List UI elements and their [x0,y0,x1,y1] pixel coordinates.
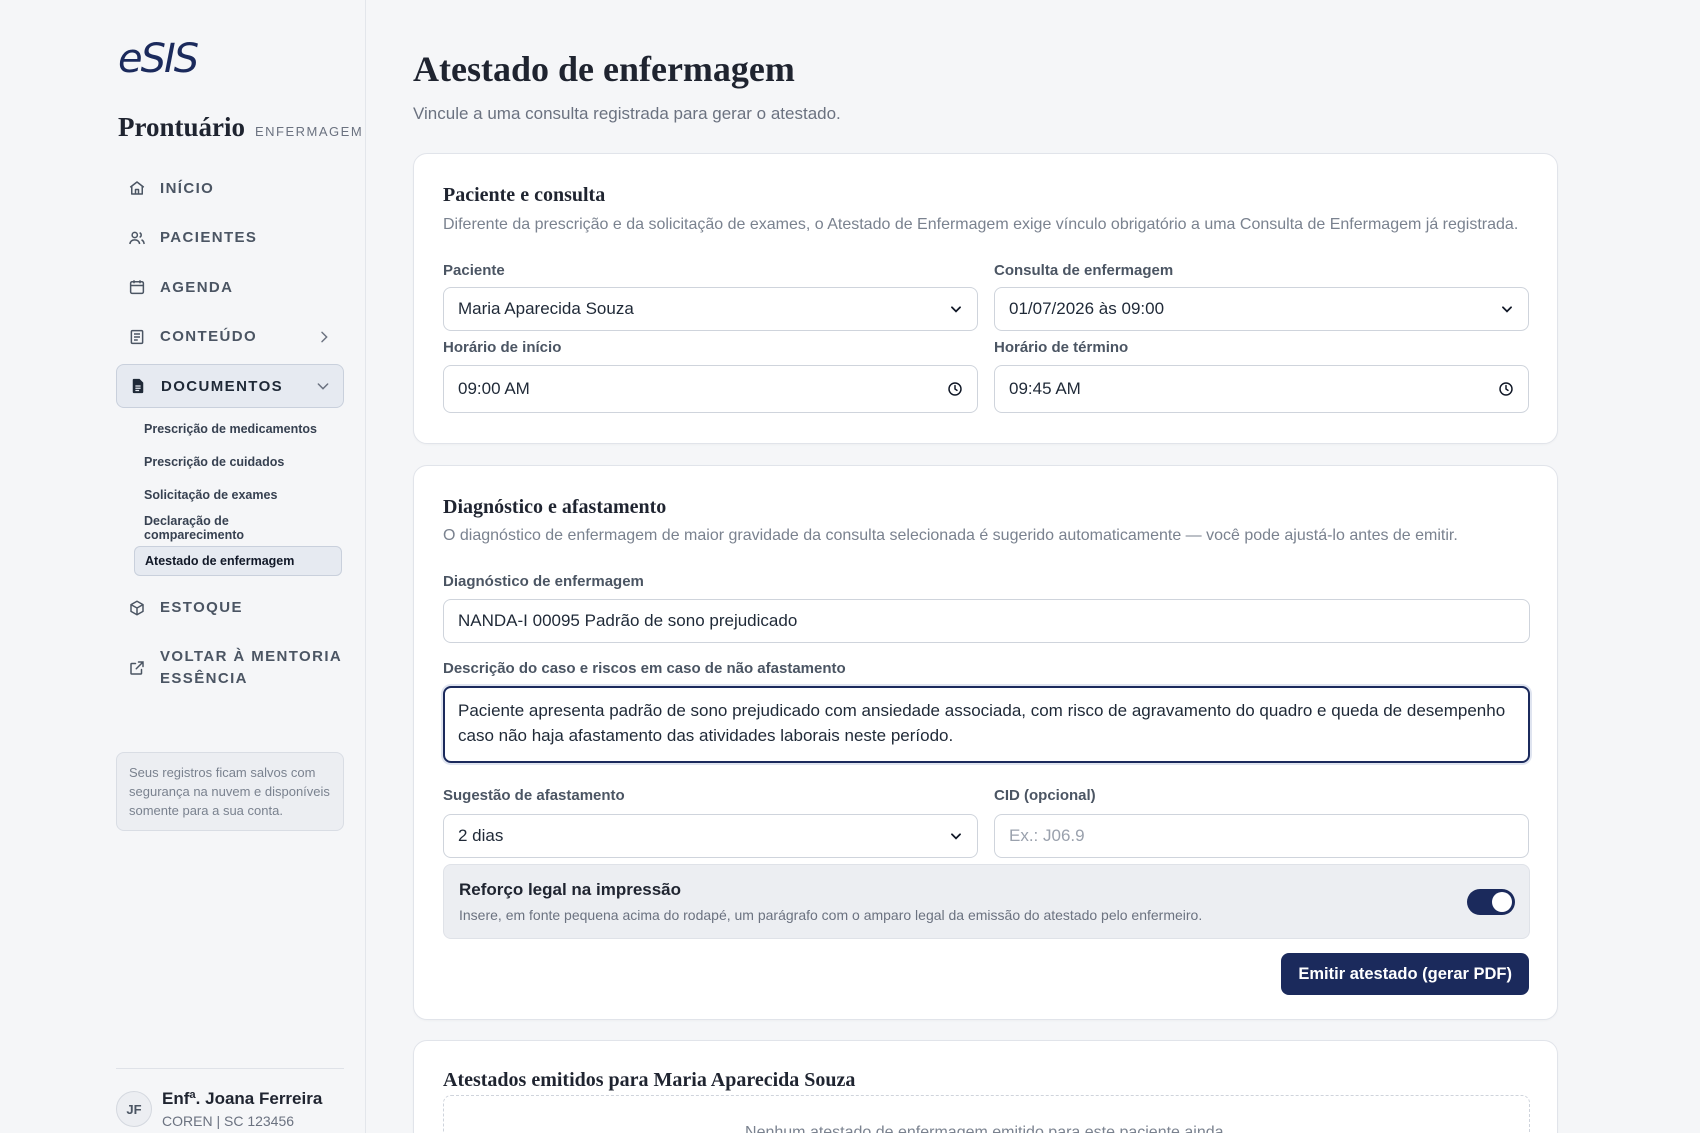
box-icon [128,599,146,617]
security-note: Seus registros ficam salvos com seguranç… [116,752,344,831]
nav-label-line2: ESSÊNCIA [160,670,248,687]
nav-label: PACIENTES [160,229,258,246]
nav-label: DOCUMENTOS [161,377,284,395]
issued-certificates-card: Atestados emitidos para Maria Aparecida … [413,1040,1558,1133]
nav-item-voltar-mentoria[interactable]: VOLTAR À MENTORIA ESSÊNCIA [116,635,344,701]
nav-label-line1: VOLTAR À MENTORIA [160,648,343,665]
leave-suggestion-value: 2 dias [458,826,504,845]
case-description-label: Descrição do caso e riscos em caso de nã… [443,660,846,677]
case-description-textarea[interactable]: Paciente apresenta padrão de sono prejud… [443,686,1530,763]
card-title: Diagnóstico e afastamento [443,496,667,518]
app-title: Prontuário [118,112,245,142]
nav-label: AGENDA [160,278,234,296]
nav-item-estoque[interactable]: ESTOQUE [116,586,344,630]
page-subtitle: Vincule a uma consulta registrada para g… [413,104,841,123]
nav-label: VOLTAR À MENTORIA ESSÊNCIA [160,646,342,690]
toggle-title: Reforço legal na impressão [459,880,682,899]
end-time-label: Horário de término [994,339,1129,356]
chevron-down-icon [949,829,963,843]
subnav-item-prescricao-medicamentos[interactable]: Prescrição de medicamentos [134,414,342,444]
empty-state: Nenhum atestado de enfermagem emitido pa… [443,1095,1530,1133]
leave-suggestion-select[interactable]: 2 dias [443,814,978,858]
nav-item-agenda[interactable]: AGENDA [116,265,344,309]
subnav-item-solicitacao-exames[interactable]: Solicitação de exames [134,480,342,510]
start-time-value: 09:00 AM [458,379,530,398]
calendar-icon [128,278,146,296]
chevron-down-icon [1500,302,1514,316]
nav-item-documentos[interactable]: DOCUMENTOS [116,364,344,408]
end-time-input[interactable]: 09:45 AM [994,365,1529,413]
nav-label: CONTEÚDO [160,328,258,345]
cid-input[interactable]: Ex.: J06.9 [994,814,1529,858]
diagnosis-input[interactable]: NANDA-I 00095 Padrão de sono prejudicado [443,599,1530,643]
document-list-icon [128,328,146,346]
file-icon [129,377,147,395]
clock-icon[interactable] [1498,381,1514,397]
leave-suggestion-label: Sugestão de afastamento [443,787,625,804]
consult-select[interactable]: 01/07/2026 às 09:00 [994,287,1529,331]
nav-label: ESTOQUE [160,599,243,616]
home-icon [128,179,146,197]
page-title: Atestado de enfermagem [413,49,795,89]
patient-select-value: Maria Aparecida Souza [458,299,634,318]
users-icon [128,229,146,247]
start-time-input[interactable]: 09:00 AM [443,365,978,413]
app-logo[interactable]: eSIS [118,36,199,82]
user-profile[interactable]: JF Enfª. Joana Ferreira COREN | SC 12345… [116,1068,344,1129]
patient-consult-card: Paciente e consulta Diferente da prescri… [413,153,1558,444]
nav-label: INÍCIO [160,179,215,197]
end-time-value: 09:45 AM [1009,379,1081,398]
documentos-subnav: Prescrição de medicamentos Prescrição de… [116,414,344,576]
toggle-knob [1492,892,1512,912]
chevron-right-icon [316,329,332,345]
external-link-icon [128,659,146,677]
patient-label: Paciente [443,262,505,279]
legal-reinforcement-row: Reforço legal na impressão Insere, em fo… [443,864,1530,939]
nav-item-conteudo[interactable]: CONTEÚDO [116,315,344,359]
main-nav: INÍCIO PACIENTES AGENDA CONTEÚDO DOCUMEN… [116,166,344,707]
sidebar: eSIS Prontuário ENFERMAGEM INÍCIO PACIEN… [0,0,366,1133]
subnav-item-atestado-enfermagem[interactable]: Atestado de enfermagem [134,545,342,576]
consult-select-value: 01/07/2026 às 09:00 [1009,299,1165,318]
app-brand: Prontuário ENFERMAGEM [118,112,363,143]
diagnosis-value: NANDA-I 00095 Padrão de sono prejudicado [458,611,798,630]
patient-select[interactable]: Maria Aparecida Souza [443,287,978,331]
card-description: Diferente da prescrição e da solicitação… [443,216,1519,233]
user-coren: COREN | SC 123456 [162,1113,295,1129]
card-title: Atestados emitidos para Maria Aparecida … [443,1069,856,1091]
diagnosis-label: Diagnóstico de enfermagem [443,573,644,590]
diagnosis-leave-card: Diagnóstico e afastamento O diagnóstico … [413,465,1558,1020]
clock-icon[interactable] [947,381,963,397]
cid-label: CID (opcional) [994,787,1096,804]
consult-label: Consulta de enfermagem [994,262,1174,279]
chevron-down-icon [315,378,331,394]
toggle-description: Insere, em fonte pequena acima do rodapé… [459,907,1203,923]
legal-reinforcement-toggle[interactable] [1467,889,1515,915]
cid-placeholder: Ex.: J06.9 [1009,826,1085,845]
start-time-label: Horário de início [443,339,562,356]
avatar: JF [116,1091,152,1127]
app-subtitle: ENFERMAGEM [255,124,364,139]
nav-item-inicio[interactable]: INÍCIO [116,166,344,210]
user-name: Enfª. Joana Ferreira [162,1089,323,1108]
emit-certificate-button[interactable]: Emitir atestado (gerar PDF) [1281,953,1529,995]
chevron-down-icon [949,302,963,316]
nav-item-pacientes[interactable]: PACIENTES [116,216,344,260]
card-title: Paciente e consulta [443,184,606,206]
empty-state-text: Nenhum atestado de enfermagem emitido pa… [745,1124,1228,1133]
card-description: O diagnóstico de enfermagem de maior gra… [443,527,1458,544]
subnav-item-declaracao-comparecimento[interactable]: Declaração de comparecimento [134,513,342,543]
subnav-item-prescricao-cuidados[interactable]: Prescrição de cuidados [134,447,342,477]
